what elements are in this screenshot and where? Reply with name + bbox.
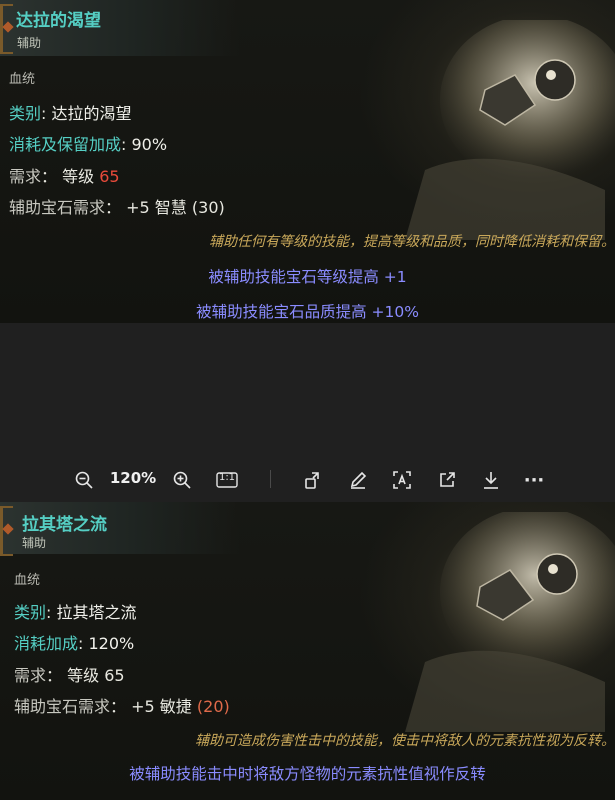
mod-line: 被辅助技能击中时将敌方怪物的元素抗性值视作反转 xyxy=(129,765,486,783)
gem-type: 辅助 xyxy=(22,536,47,550)
gem-type: 辅助 xyxy=(17,36,42,50)
requirement-level-label: 等级 xyxy=(62,167,95,186)
edit-icon[interactable] xyxy=(345,467,371,493)
requirement-level-value: 65 xyxy=(99,167,120,186)
cost-value: 120% xyxy=(88,634,135,653)
zoom-out-icon[interactable] xyxy=(71,467,97,493)
gem-artwork xyxy=(405,20,615,240)
category-value: 拉其塔之流 xyxy=(56,603,137,622)
gem-title-bar: 达拉的渴望 辅助 xyxy=(0,0,240,56)
download-icon[interactable] xyxy=(478,467,504,493)
gem-tag: 血统 xyxy=(14,573,41,588)
cost-line: 消耗加成: 120% xyxy=(14,634,135,653)
cost-value: 90% xyxy=(131,135,168,154)
category-key: 类别 xyxy=(14,603,47,622)
gem-requirement-paren: (30) xyxy=(191,198,225,217)
gem-requirement-value: +5 敏捷 xyxy=(131,697,192,716)
gem-requirement-paren: (20) xyxy=(196,697,230,716)
category-key: 类别 xyxy=(9,104,42,123)
image-viewer-toolbar: 120% 1:1 ··· xyxy=(0,460,615,498)
share-icon[interactable] xyxy=(434,467,460,493)
gem-tooltip-dara: 达拉的渴望 辅助 血统 类别: 达拉的渴望 消耗及保留加成: 90% 需求： 等… xyxy=(0,0,615,323)
gem-name: 拉其塔之流 xyxy=(22,515,107,535)
toolbar-divider xyxy=(270,470,271,488)
gem-title-bar: 拉其塔之流 辅助 xyxy=(0,502,240,556)
gem-requirement-key: 辅助宝石需求 xyxy=(9,198,106,217)
requirement-line: 需求： 等级 65 xyxy=(9,167,120,186)
text-extract-icon[interactable] xyxy=(389,467,415,493)
zoom-in-icon[interactable] xyxy=(169,467,195,493)
requirement-level-value: 65 xyxy=(104,666,125,685)
gem-requirement-value: +5 智慧 xyxy=(126,198,187,217)
gem-tooltip-rakiata: 拉其塔之流 辅助 血统 类别: 拉其塔之流 消耗加成: 120% 需求： 等级 … xyxy=(0,502,615,800)
actual-size-icon[interactable]: 1:1 xyxy=(212,467,242,493)
requirement-level-label: 等级 xyxy=(67,666,100,685)
gem-name: 达拉的渴望 xyxy=(16,11,101,31)
gem-artwork xyxy=(405,512,615,732)
mod-line: 被辅助技能宝石等级提高 +1 xyxy=(208,268,407,286)
cost-line: 消耗及保留加成: 90% xyxy=(9,135,168,154)
viewer-page: 达拉的渴望 辅助 血统 类别: 达拉的渴望 消耗及保留加成: 90% 需求： 等… xyxy=(0,0,615,800)
actual-size-label: 1:1 xyxy=(218,472,236,483)
category-line: 类别: 达拉的渴望 xyxy=(9,104,132,123)
gem-description: 辅助任何有等级的技能，提高等级和品质，同时降低消耗和保留。 xyxy=(209,234,615,250)
gem-tag: 血统 xyxy=(9,72,36,87)
category-line: 类别: 拉其塔之流 xyxy=(14,603,137,622)
requirement-key: 需求 xyxy=(9,167,42,186)
category-value: 达拉的渴望 xyxy=(51,104,132,123)
title-ornament-icon xyxy=(0,506,13,556)
gem-requirement-line: 辅助宝石需求： +5 智慧 (30) xyxy=(9,198,225,217)
rotate-icon[interactable] xyxy=(300,467,326,493)
gem-requirement-key: 辅助宝石需求 xyxy=(14,697,111,716)
gem-requirement-line: 辅助宝石需求： +5 敏捷 (20) xyxy=(14,697,230,716)
cost-key: 消耗及保留加成 xyxy=(9,135,122,154)
gem-description: 辅助可造成伤害性击中的技能，使击中将敌人的元素抗性视为反转。 xyxy=(195,733,615,749)
zoom-level[interactable]: 120% xyxy=(108,469,158,487)
cost-key: 消耗加成 xyxy=(14,634,79,653)
requirement-key: 需求 xyxy=(14,666,47,685)
requirement-line: 需求： 等级 65 xyxy=(14,666,125,685)
mod-line: 被辅助技能宝石品质提高 +10% xyxy=(196,303,419,321)
more-icon[interactable]: ··· xyxy=(521,467,547,493)
title-ornament-icon xyxy=(0,4,13,54)
